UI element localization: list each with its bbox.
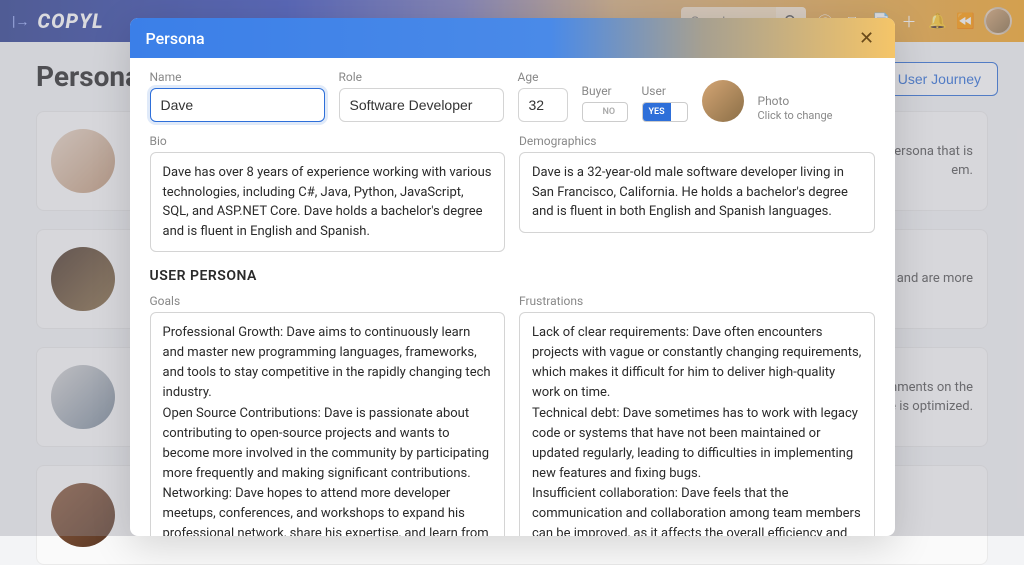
user-toggle[interactable]: YES — [642, 102, 688, 122]
demo-label: Demographics — [519, 134, 875, 148]
goals-frustrations-row: Goals Professional Growth: Dave aims to … — [150, 294, 875, 536]
goals-column: Goals Professional Growth: Dave aims to … — [150, 294, 506, 536]
close-icon[interactable]: ✕ — [855, 26, 879, 50]
goals-textarea[interactable]: Professional Growth: Dave aims to contin… — [150, 312, 506, 536]
buyer-toggle[interactable]: NO — [582, 102, 628, 122]
modal-header: Persona ✕ — [130, 18, 895, 58]
field-user: User YES — [642, 84, 688, 122]
demo-column: Demographics Dave is a 32-year-old male … — [519, 134, 875, 252]
goals-label: Goals — [150, 294, 506, 308]
demo-textarea[interactable]: Dave is a 32-year-old male software deve… — [519, 152, 875, 233]
photo-column[interactable]: Photo Click to change — [758, 94, 833, 122]
frustrations-textarea[interactable]: Lack of clear requirements: Dave often e… — [519, 312, 875, 536]
modal-title: Persona — [146, 29, 205, 48]
persona-modal: Persona ✕ Name Role Age Buyer N — [130, 18, 895, 536]
age-label: Age — [518, 70, 568, 84]
name-input[interactable] — [150, 88, 325, 122]
user-persona-heading: USER PERSONA — [150, 268, 875, 284]
age-input[interactable] — [518, 88, 568, 122]
form-row-top: Name Role Age Buyer NO User YES — [150, 70, 875, 122]
modal-overlay[interactable]: Persona ✕ Name Role Age Buyer N — [0, 0, 1024, 536]
buyer-label: Buyer — [582, 84, 628, 98]
toggle-no: NO — [597, 103, 622, 121]
bio-column: Bio Dave has over 8 years of experience … — [150, 134, 506, 252]
frustrations-label: Frustrations — [519, 294, 875, 308]
bio-label: Bio — [150, 134, 506, 148]
bio-textarea[interactable]: Dave has over 8 years of experience work… — [150, 152, 506, 252]
bio-demo-row: Bio Dave has over 8 years of experience … — [150, 134, 875, 252]
role-label: Role — [339, 70, 504, 84]
field-role: Role — [339, 70, 504, 122]
field-buyer: Buyer NO — [582, 84, 628, 122]
modal-body: Name Role Age Buyer NO User YES — [130, 58, 895, 536]
field-name: Name — [150, 70, 325, 122]
field-age: Age — [518, 70, 568, 122]
toggle-yes: YES — [643, 103, 671, 121]
photo-label: Photo — [758, 94, 833, 108]
user-label: User — [642, 84, 688, 98]
persona-avatar[interactable] — [702, 80, 744, 122]
photo-sublabel: Click to change — [758, 109, 833, 122]
role-input[interactable] — [339, 88, 504, 122]
frustrations-column: Frustrations Lack of clear requirements:… — [519, 294, 875, 536]
name-label: Name — [150, 70, 325, 84]
